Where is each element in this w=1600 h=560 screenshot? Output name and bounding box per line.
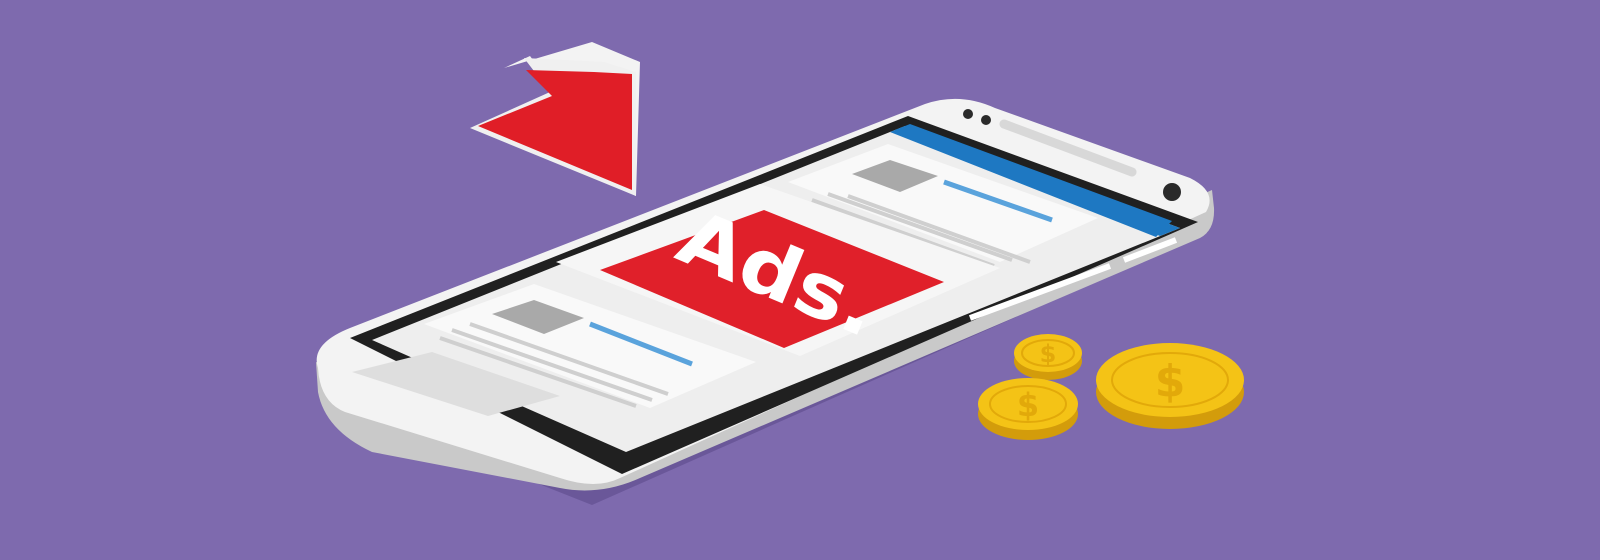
ads-illustration: Ads. $ $ $: [316, 42, 1244, 505]
down-right-arrow-icon: [470, 42, 640, 196]
dollar-coin-icon: $: [1040, 340, 1057, 368]
coin-left: $: [978, 378, 1078, 440]
smartphone-icon: Ads.: [316, 98, 1215, 505]
coin-large: $: [1096, 343, 1244, 429]
coin-small: $: [1014, 334, 1082, 380]
sensor-dot-1: [963, 109, 973, 119]
dollar-coin-icon: $: [1155, 356, 1186, 407]
sensor-dot-2: [981, 115, 991, 125]
dollar-coin-icon: $: [1017, 386, 1039, 424]
front-camera: [1163, 183, 1181, 201]
